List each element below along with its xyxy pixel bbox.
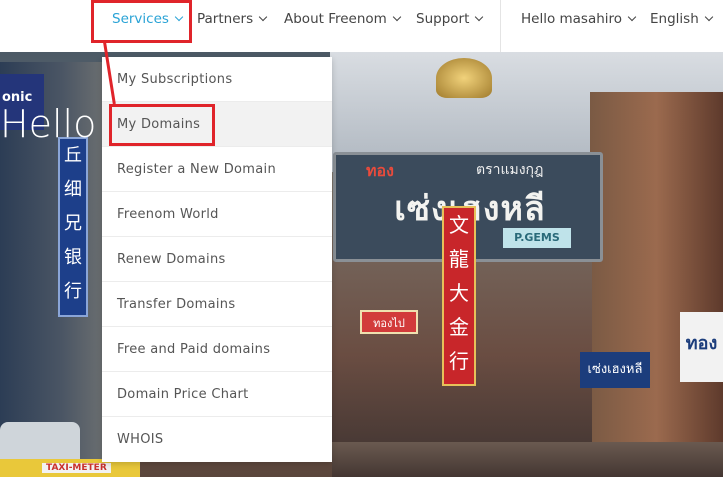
nav-partners-label: Partners [197, 11, 254, 27]
nav-divider [500, 0, 501, 52]
menu-item-register-domain[interactable]: Register a New Domain [102, 147, 332, 192]
language-label: English [650, 11, 699, 27]
hero-small-sign: P.GEMS [503, 228, 571, 248]
chevron-down-icon [174, 12, 184, 22]
menu-item-domain-price-chart[interactable]: Domain Price Chart [102, 372, 332, 417]
hero-car [0, 422, 80, 462]
user-menu[interactable]: Hello masahiro [521, 0, 637, 38]
services-dropdown: My Subscriptions My Domains Register a N… [102, 57, 332, 462]
taxi-label: TAXI-METER [42, 463, 111, 473]
nav-services-label: Services [112, 11, 169, 27]
nav-about[interactable]: About Freenom [284, 0, 402, 38]
hero-vertical-sign-left: 丘 细 兄 银 行 [58, 137, 88, 317]
vertical-sign-char: 兄 [64, 213, 82, 234]
hero-sign-blue: เซ่งเฮงหลี [580, 352, 650, 388]
crown-ornament [436, 58, 492, 98]
vertical-sign-char: 龍 [449, 247, 469, 271]
user-greeting: Hello masahiro [521, 11, 623, 27]
hero-main-sign-top-right: ตราแมงกุฎ [476, 162, 544, 178]
vertical-sign-char: 行 [64, 281, 82, 302]
menu-item-renew-domains[interactable]: Renew Domains [102, 237, 332, 282]
top-nav: Services Partners About Freenom Support … [0, 0, 723, 52]
vertical-sign-char: 细 [64, 179, 82, 200]
chevron-down-icon [392, 12, 402, 22]
nav-support[interactable]: Support [416, 0, 484, 38]
menu-item-my-subscriptions[interactable]: My Subscriptions [102, 57, 332, 102]
hero-vertical-sign: 文 龍 大 金 行 [442, 206, 476, 386]
hero-street [332, 442, 723, 477]
vertical-sign-char: 行 [449, 349, 469, 373]
vertical-sign-char: 大 [449, 281, 469, 305]
chevron-down-icon [704, 12, 713, 22]
menu-item-whois[interactable]: WHOIS [102, 417, 332, 462]
chevron-down-icon [475, 12, 484, 22]
nav-about-label: About Freenom [284, 11, 387, 27]
menu-item-transfer-domains[interactable]: Transfer Domains [102, 282, 332, 327]
menu-item-freenom-world[interactable]: Freenom World [102, 192, 332, 237]
menu-item-free-paid-domains[interactable]: Free and Paid domains [102, 327, 332, 372]
hero-sign-ilong: ทองไป [360, 310, 418, 334]
nav-partners[interactable]: Partners [197, 0, 268, 38]
nav-support-label: Support [416, 11, 470, 27]
hero-sign-right: ทอง [680, 312, 723, 382]
hero-building-right [590, 92, 723, 477]
vertical-sign-char: 银 [64, 247, 82, 268]
language-menu[interactable]: English [650, 0, 713, 38]
vertical-sign-char: 金 [449, 315, 469, 339]
nav-services[interactable]: Services [112, 0, 184, 38]
menu-item-my-domains[interactable]: My Domains [102, 102, 332, 147]
hero-heading: Hello [0, 102, 97, 146]
vertical-sign-char: 文 [449, 213, 469, 237]
chevron-down-icon [258, 12, 268, 22]
chevron-down-icon [627, 12, 637, 22]
